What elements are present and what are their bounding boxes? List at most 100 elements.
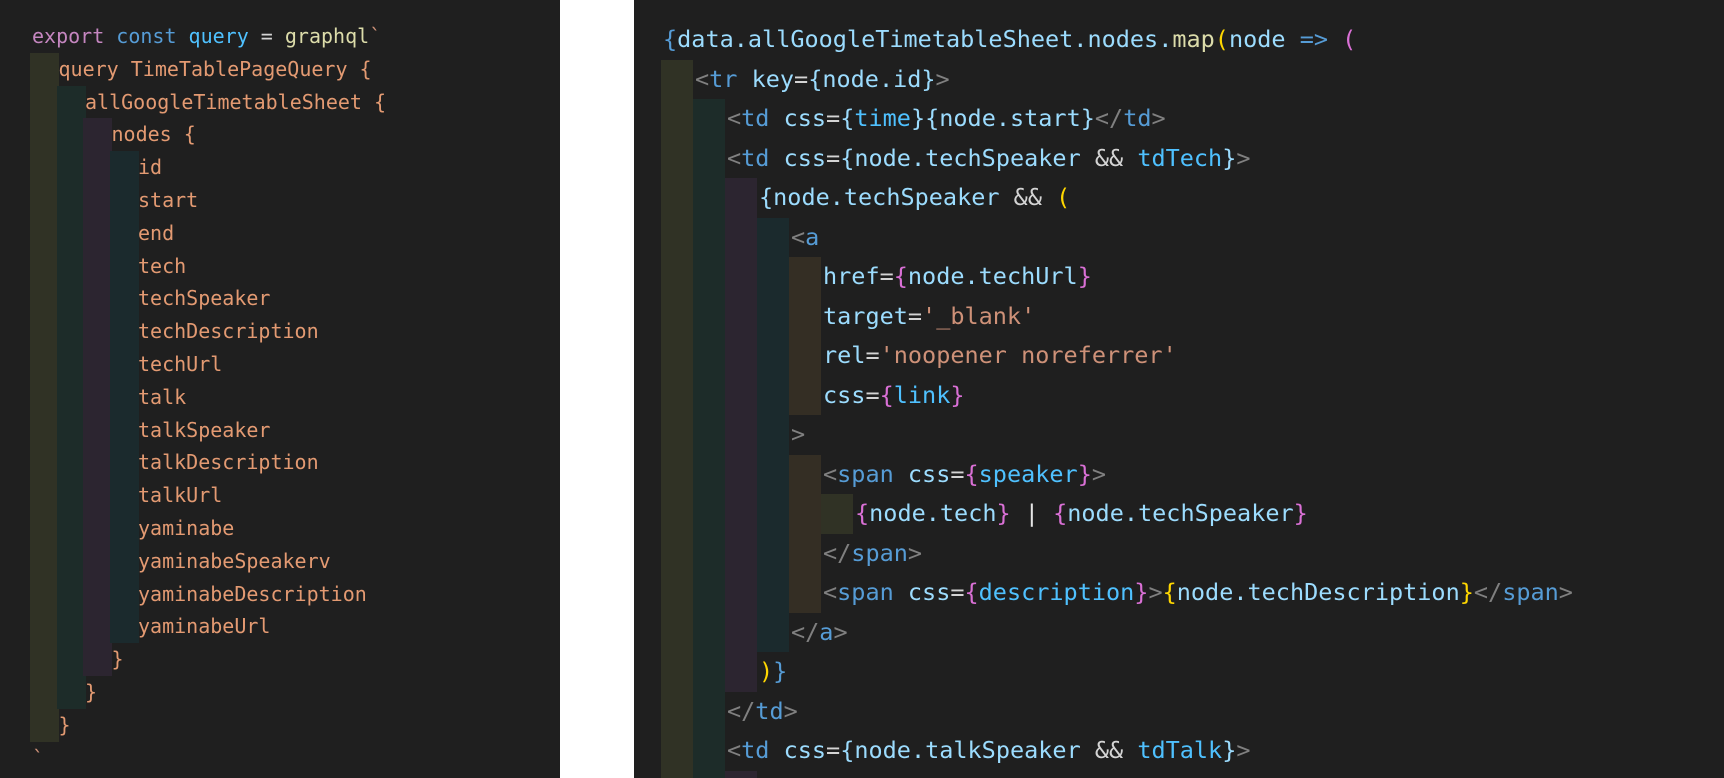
code-token: </ [1473,578,1503,606]
code-line: <tr key={node.id}> [695,60,950,100]
code-token: const [104,24,189,48]
code-token: css [769,143,827,172]
indent-guide [56,216,86,250]
code-token: > [833,617,848,646]
code-token: { [840,104,855,132]
code-token: </ [791,617,820,646]
indent-guide [30,85,59,119]
code-token: < [823,459,838,488]
code-token: { [1053,499,1068,527]
code-token: > [1151,104,1166,132]
code-line: talkUrl [138,479,222,512]
code-token: tdTalk [1123,736,1223,764]
code-token: td [1123,104,1152,132]
indent-guide [693,612,725,652]
code-token: < [791,222,806,251]
code-token: map [1172,25,1215,53]
code-token: ( [1214,25,1229,53]
code-line: talkSpeaker [138,414,270,447]
code-line: start [138,184,198,217]
code-token: time [854,104,911,132]
indent-guide [56,413,86,447]
indent-guide [757,217,789,257]
code-token: td [741,104,770,132]
code-token: rel [823,341,866,369]
indent-guide [725,652,757,692]
indent-guide [83,151,112,184]
code-line: yaminabeSpeakerv [138,545,331,578]
indent-guide [725,336,757,376]
indent-guide [757,454,789,494]
indent-guide [757,296,789,336]
indent-guide [30,643,59,676]
indent-guide [56,643,86,676]
code-token: } [1134,578,1149,606]
indent-guide [757,494,789,534]
code-token: yaminabeUrl [138,614,271,639]
code-token: } [1077,459,1092,488]
code-line: techUrl [138,348,222,381]
indent-guide [789,257,821,297]
indent-guide [693,770,725,778]
code-token: { [855,499,870,527]
indent-guide [757,533,789,573]
indent-guide [83,118,112,152]
indent-guide [661,296,693,336]
indent-guide [109,282,139,316]
indent-guide [661,770,693,778]
code-token: start [138,188,199,212]
indent-guide [56,348,86,381]
indent-guide [30,249,59,283]
indent-guide [83,249,112,283]
code-token: ` [32,745,45,770]
indent-guide [661,138,693,178]
code-line: techSpeaker [138,282,270,315]
code-token: talkDescription [138,450,319,475]
indent-guide [661,573,693,613]
indent-guide [725,533,757,573]
indent-guide [56,282,86,316]
code-token: { [893,262,908,290]
code-token: '_blank' [922,301,1036,330]
indent-guide [661,99,693,139]
indent-guide [661,612,693,652]
code-token: = [826,104,841,132]
indent-guide [30,216,59,250]
code-token: > [783,696,798,725]
code-token: </ [1094,104,1124,132]
indent-guide [30,512,59,545]
indent-guide [725,454,757,494]
code-token: target [823,301,908,330]
indent-guide [56,315,86,348]
indent-guide [83,446,112,480]
indent-guide [789,573,821,613]
indent-guide [661,494,693,534]
indent-guide [661,652,693,692]
code-token: css [893,578,951,606]
indent-guide [83,577,112,611]
indent-guide [725,217,757,257]
code-token: 'noopener noreferrer' [879,341,1177,369]
code-token: techSpeaker [138,286,271,311]
code-line: ` [32,742,44,775]
indent-guide [30,413,59,447]
code-token: {node.techSpeaker [840,143,1095,172]
code-token: a [819,617,834,646]
indent-guide [109,479,139,512]
code-token: node.techUrl [907,262,1078,290]
indent-guide [789,336,821,376]
indent-guide [757,375,789,415]
indent-guide [693,494,725,534]
code-token: = [950,578,965,606]
code-token: yaminabeDescription [138,581,367,606]
code-token: description [978,578,1135,606]
indent-guide [30,52,59,86]
code-line: talk [138,381,186,414]
code-token: node [1228,25,1286,53]
code-panel-right: {data.allGoogleTimetableSheet.nodes.map(… [634,0,1724,778]
indent-guide [725,257,757,297]
code-line: {node.tech} | {node.techSpeaker} [855,494,1308,534]
code-line: )} [759,652,787,692]
indent-guide [757,257,789,297]
code-line: <td css={time}{node.start}</td> [727,99,1166,139]
